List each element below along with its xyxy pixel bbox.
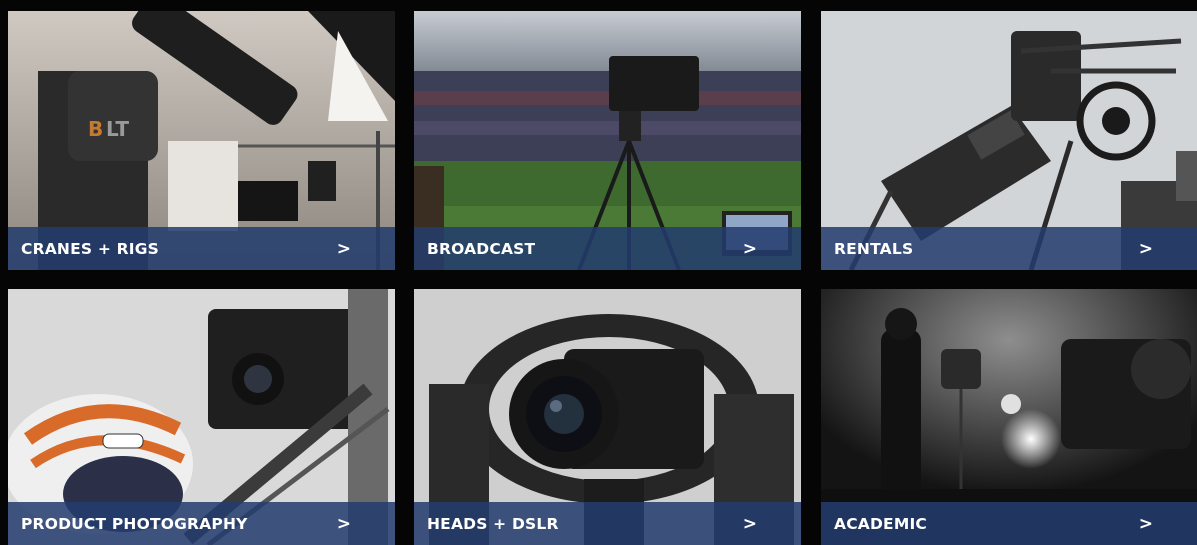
tile-caption: CRANES + RIGS > xyxy=(8,227,395,270)
tile-label: HEADS + DSLR xyxy=(427,514,559,533)
chevron-right-icon: > xyxy=(336,513,351,534)
tile-label: RENTALS xyxy=(834,239,914,258)
chevron-right-icon: > xyxy=(742,513,757,534)
tile-product-photography[interactable]: PRODUCT PHOTOGRAPHY > xyxy=(8,289,395,545)
tile-label: CRANES + RIGS xyxy=(21,239,159,258)
tile-heads-dslr[interactable]: HEADS + DSLR > xyxy=(414,289,801,545)
chevron-right-icon: > xyxy=(336,238,351,259)
tile-caption: RENTALS > xyxy=(821,227,1197,270)
chevron-right-icon: > xyxy=(1138,238,1153,259)
category-grid: B LT CRANES + RIGS > BROADCAST > RENTALS… xyxy=(0,0,1197,545)
tile-caption: PRODUCT PHOTOGRAPHY > xyxy=(8,502,395,545)
tile-label: ACADEMIC xyxy=(834,514,927,533)
tile-academic[interactable]: ACADEMIC > xyxy=(821,289,1197,545)
svg-text:LT: LT xyxy=(106,117,129,141)
chevron-right-icon: > xyxy=(1138,513,1153,534)
tile-caption: ACADEMIC > xyxy=(821,502,1197,545)
tile-broadcast[interactable]: BROADCAST > xyxy=(414,11,801,270)
tile-cranes-rigs[interactable]: B LT CRANES + RIGS > xyxy=(8,11,395,270)
tile-label: PRODUCT PHOTOGRAPHY xyxy=(21,514,248,533)
tile-caption: HEADS + DSLR > xyxy=(414,502,801,545)
chevron-right-icon: > xyxy=(742,238,757,259)
tile-rentals[interactable]: RENTALS > xyxy=(821,11,1197,270)
tile-caption: BROADCAST > xyxy=(414,227,801,270)
tile-label: BROADCAST xyxy=(427,239,536,258)
svg-text:B: B xyxy=(88,117,103,141)
